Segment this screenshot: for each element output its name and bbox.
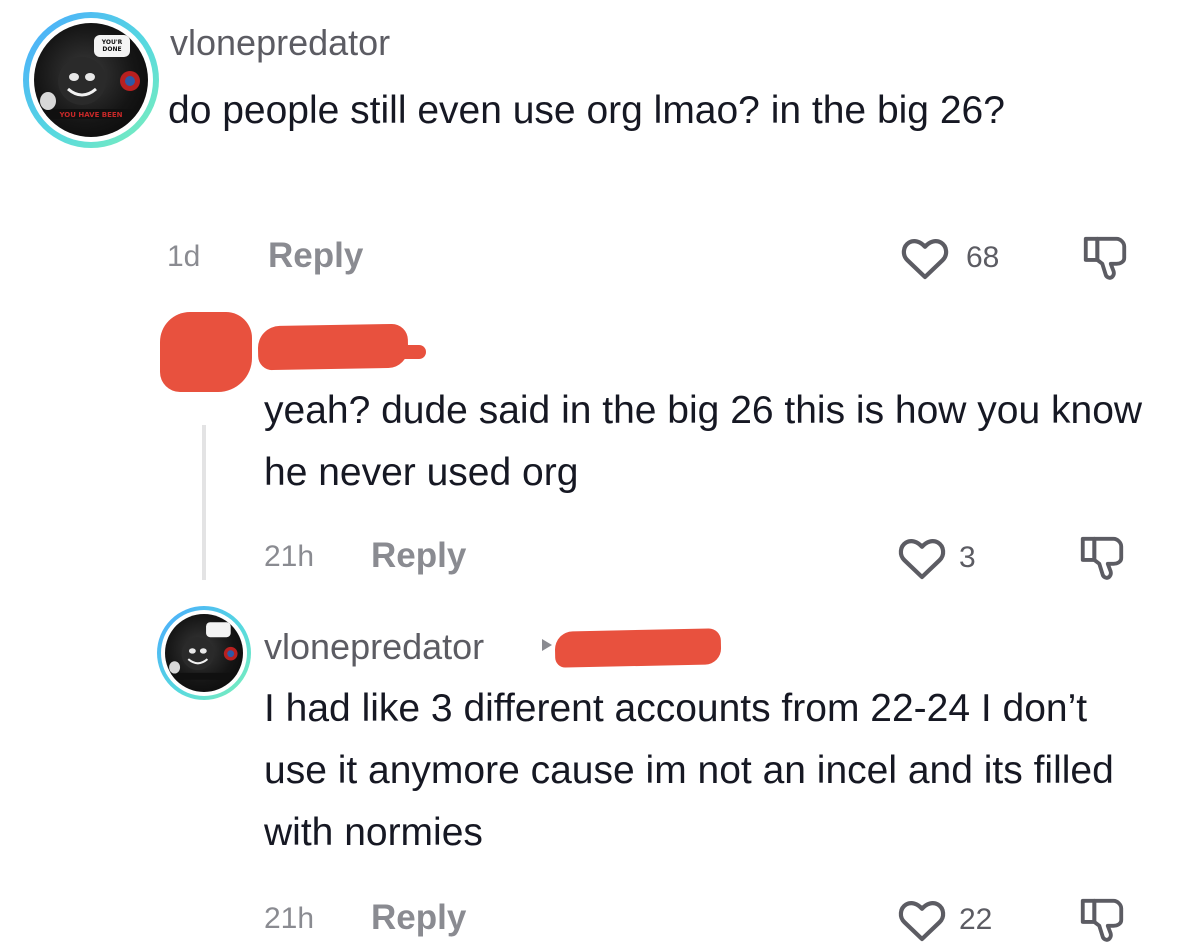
like-button[interactable]: 22: [897, 895, 1017, 945]
heart-outline-icon: [901, 239, 949, 280]
redacted-username-tail: [398, 345, 426, 359]
avatar[interactable]: YOU'R DONE YOU HAVE BEEN: [23, 12, 159, 148]
thumbs-down-outline-icon[interactable]: [1077, 233, 1133, 283]
heart-outline-icon: [898, 539, 946, 580]
svg-text:YOU HAVE BEEN: YOU HAVE BEEN: [58, 111, 122, 119]
heart-outline-icon: [898, 901, 946, 942]
like-count: 68: [966, 241, 1000, 274]
like-count: 22: [959, 903, 993, 936]
comment-text: do people still even use org lmao? in th…: [168, 89, 1005, 132]
avatar-image: [165, 622, 243, 680]
reply-button[interactable]: Reply: [371, 898, 466, 938]
redacted-avatar: [160, 312, 252, 392]
svg-text:YOU'R: YOU'R: [101, 39, 123, 46]
comment-text: I had like 3 different accounts from 22-…: [264, 687, 1114, 854]
comment-timestamp: 1d: [167, 240, 201, 273]
comment-username[interactable]: vlonepredator: [264, 626, 484, 668]
thumbs-down-outline-icon[interactable]: [1074, 533, 1130, 583]
thumbs-down-outline-icon[interactable]: [1074, 895, 1130, 945]
redacted-username: [257, 323, 409, 371]
like-button[interactable]: 68: [900, 233, 1020, 283]
avatar[interactable]: [157, 606, 251, 700]
reply-button[interactable]: Reply: [268, 236, 363, 276]
avatar-image: YOU'R DONE YOU HAVE BEEN: [34, 35, 148, 119]
comment-text: yeah? dude said in the big 26 this is ho…: [264, 389, 1143, 494]
like-count: 3: [959, 541, 976, 574]
like-button[interactable]: 3: [897, 533, 997, 583]
comment-username[interactable]: vlonepredator: [170, 22, 390, 64]
reply-button[interactable]: Reply: [371, 536, 466, 576]
redacted-username: [554, 628, 722, 668]
reply-to-arrow-icon: [542, 639, 552, 651]
thread-line: [202, 425, 206, 580]
svg-text:DONE: DONE: [102, 46, 121, 53]
comment-timestamp: 21h: [264, 540, 315, 573]
comment-timestamp: 21h: [264, 902, 315, 935]
